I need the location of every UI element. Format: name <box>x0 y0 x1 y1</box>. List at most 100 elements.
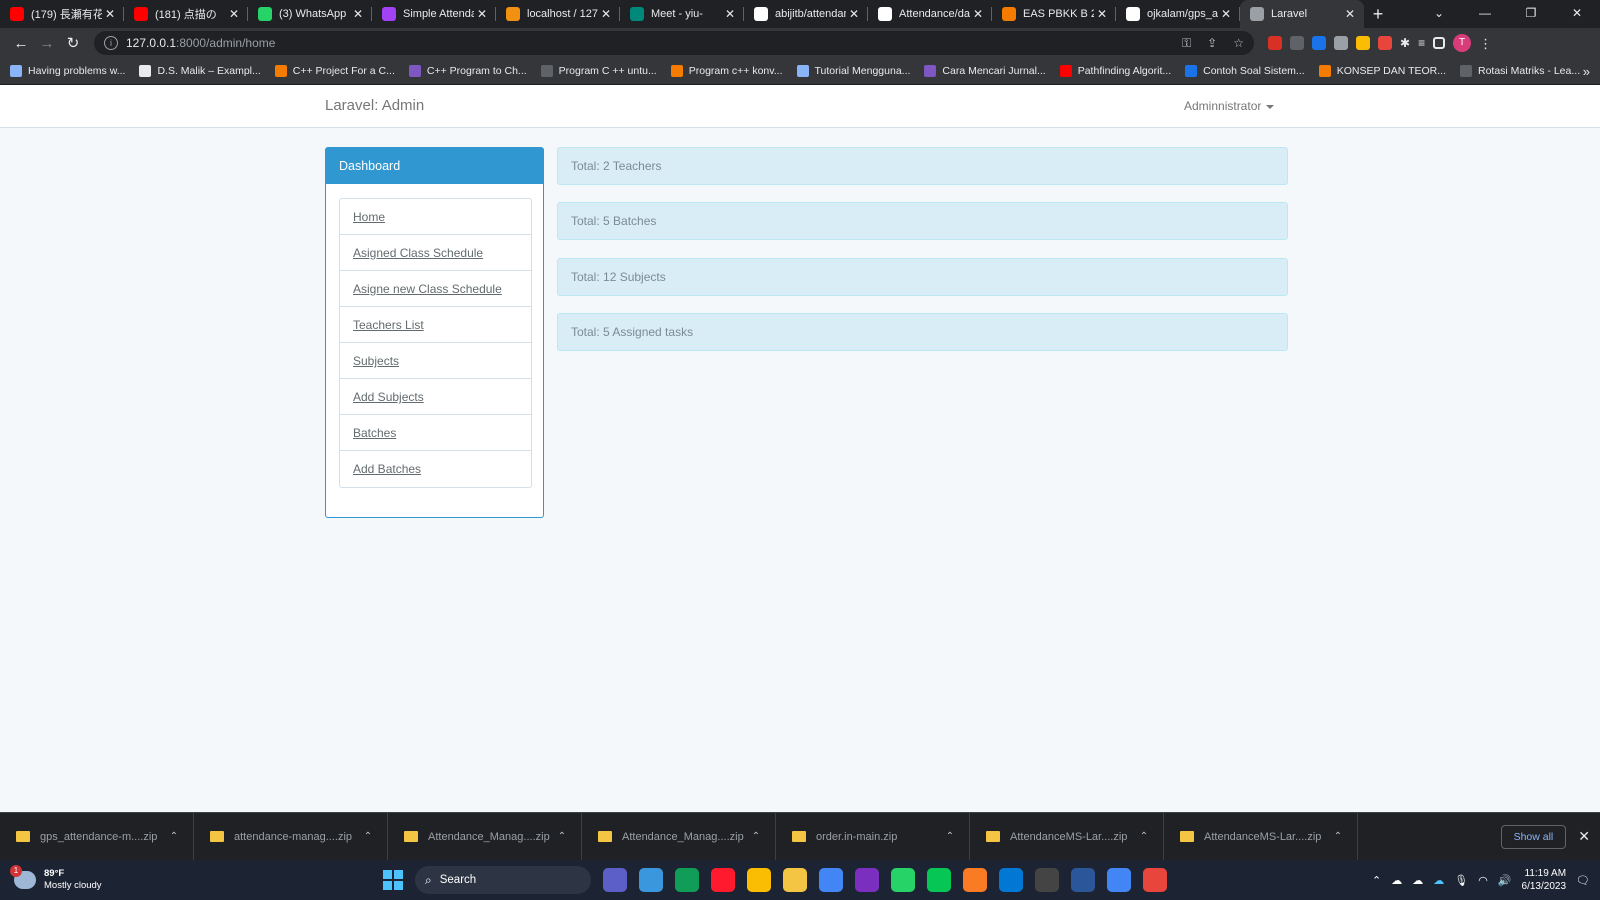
chevron-up-icon[interactable]: ⌃ <box>943 831 957 842</box>
volume-icon[interactable]: 🔊 <box>1498 874 1512 887</box>
browser-tab[interactable]: Simple Attenda ✕ <box>372 0 496 28</box>
sidebar-menu-link[interactable]: Teachers List <box>353 318 424 332</box>
notes-extension-icon[interactable] <box>1356 36 1370 50</box>
download-item[interactable]: AttendanceMS-Lar....zip ⌃ <box>1164 812 1358 861</box>
reload-icon[interactable]: ↻ <box>60 34 86 52</box>
opera-browser-icon[interactable] <box>711 868 735 892</box>
browser-tab[interactable]: ojkalam/gps_att ✕ <box>1116 0 1240 28</box>
user-menu-dropdown[interactable]: Adminnistrator <box>1184 99 1275 113</box>
chevron-up-icon[interactable]: ⌃ <box>1331 831 1345 842</box>
download-item[interactable]: AttendanceMS-Lar....zip ⌃ <box>970 812 1164 861</box>
browser-tab[interactable]: (181) 点描の ✕ <box>124 0 248 28</box>
download-item[interactable]: gps_attendance-m....zip ⌃ <box>0 812 194 861</box>
address-bar[interactable]: i 127.0.0.1:8000/admin/home ⚿ ⇪ ☆ <box>94 31 1254 55</box>
bookmark-item[interactable]: Program c++ konv... <box>670 65 783 77</box>
app-brand[interactable]: Laravel: Admin <box>325 97 424 114</box>
browser-tab[interactable]: Laravel ✕ <box>1240 0 1364 28</box>
reading-list-icon[interactable]: ≡ <box>1418 36 1425 50</box>
sidebar-menu-link[interactable]: Batches <box>353 426 396 440</box>
bookmark-star-icon[interactable]: ☆ <box>1233 36 1244 51</box>
taskbar-search[interactable]: ⌕ Search <box>415 866 591 894</box>
puzzle-icon[interactable]: ✱ <box>1400 36 1410 50</box>
bookmark-item[interactable]: KONSEP DAN TEOR... <box>1318 65 1446 77</box>
notepad-icon[interactable] <box>1107 868 1131 892</box>
onedrive-blue-icon[interactable]: ☁ <box>1433 874 1444 887</box>
tray-chevron-up-icon[interactable]: ⌃ <box>1372 874 1381 887</box>
show-all-downloads-button[interactable]: Show all <box>1500 824 1567 849</box>
sidebar-menu-link[interactable]: Home <box>353 210 385 224</box>
vscode-icon[interactable] <box>999 868 1023 892</box>
browser-tab[interactable]: EAS PBKK B 202✕ <box>992 0 1116 28</box>
edge-browser-icon[interactable] <box>675 868 699 892</box>
sidebar-menu-link[interactable]: Asigned Class Schedule <box>353 246 483 260</box>
bookmark-item[interactable]: Having problems w... <box>10 65 125 77</box>
system-clock[interactable]: 11:19 AM 6/13/2023 <box>1522 867 1567 893</box>
browser-tab[interactable]: Attendance/dat ✕ <box>868 0 992 28</box>
video-extension-icon[interactable] <box>1378 36 1392 50</box>
chevron-up-icon[interactable]: ⌃ <box>1137 831 1151 842</box>
chevron-up-icon[interactable]: ⌃ <box>749 831 763 842</box>
browser-tab[interactable]: abijitb/attendan ✕ <box>744 0 868 28</box>
bookmark-item[interactable]: Contoh Soal Sistem... <box>1185 65 1305 77</box>
tab-search-icon[interactable]: ⌄ <box>1416 0 1462 28</box>
xampp-icon[interactable] <box>963 868 987 892</box>
download-item[interactable]: attendance-manag....zip ⌃ <box>194 812 388 861</box>
chevron-up-icon[interactable]: ⌃ <box>167 831 181 842</box>
bookmark-item[interactable]: Program C ++ untu... <box>540 65 657 77</box>
key-icon[interactable]: ⚿ <box>1182 36 1191 51</box>
git-icon[interactable] <box>1143 868 1167 892</box>
file-explorer-icon[interactable] <box>783 868 807 892</box>
microphone-icon[interactable]: 🎙 <box>1454 874 1468 887</box>
extension-icon[interactable] <box>1290 36 1304 50</box>
screenshot-extension-icon[interactable] <box>1334 36 1348 50</box>
chrome-browser-icon[interactable] <box>747 868 771 892</box>
bookmark-item[interactable]: Pathfinding Algorit... <box>1059 65 1171 77</box>
share-icon[interactable]: ⇪ <box>1207 36 1217 51</box>
bookmarks-overflow-icon[interactable]: » <box>1583 64 1590 79</box>
tab-close-icon[interactable]: ✕ <box>1218 7 1234 21</box>
profile-avatar[interactable]: T <box>1453 34 1472 52</box>
app-icon[interactable] <box>1035 868 1059 892</box>
start-windows-icon[interactable] <box>383 870 403 890</box>
sidebar-menu-link[interactable]: Asigne new Class Schedule <box>353 282 502 296</box>
bookmark-item[interactable]: Tutorial Mengguna... <box>796 65 910 77</box>
site-info-icon[interactable]: i <box>104 36 118 50</box>
bookmark-item[interactable]: Rotasi Matriks - Lea... <box>1460 65 1580 77</box>
tab-close-icon[interactable]: ✕ <box>350 7 366 21</box>
forward-icon[interactable]: → <box>34 35 60 52</box>
chevron-up-icon[interactable]: ⌃ <box>555 831 569 842</box>
cloud-sync-icon[interactable]: ☁ <box>1412 874 1423 887</box>
photos-app-icon[interactable] <box>639 868 663 892</box>
translate-extension-icon[interactable] <box>1312 36 1326 50</box>
browser-tab[interactable]: Meet - yiu- ✕ <box>620 0 744 28</box>
notifications-icon[interactable]: 🗨 <box>1576 874 1590 887</box>
sidebar-menu-link[interactable]: Add Batches <box>353 462 421 476</box>
tab-close-icon[interactable]: ✕ <box>226 7 242 21</box>
tab-close-icon[interactable]: ✕ <box>1342 7 1358 21</box>
download-item[interactable]: Attendance_Manag....zip ⌃ <box>388 812 582 861</box>
tab-close-icon[interactable]: ✕ <box>598 7 614 21</box>
tab-close-icon[interactable]: ✕ <box>1094 7 1110 21</box>
close-downloads-icon[interactable]: ✕ <box>1578 828 1590 845</box>
weather-widget[interactable]: 1 89°F Mostly cloudy <box>10 865 102 892</box>
browser-tab[interactable]: localhost / 127.0✕ <box>496 0 620 28</box>
bookmark-item[interactable]: C++ Project For a C... <box>274 65 395 77</box>
browser-tab[interactable]: (179) 長瀬有花 -✕ <box>0 0 124 28</box>
bookmark-item[interactable]: C++ Program to Ch... <box>408 65 527 77</box>
chevron-up-icon[interactable]: ⌃ <box>361 831 375 842</box>
onedrive-cloud-icon[interactable]: ☁ <box>1391 874 1402 887</box>
sidebar-menu-link[interactable]: Subjects <box>353 354 399 368</box>
wifi-icon[interactable]: ◠ <box>1478 874 1488 887</box>
tab-close-icon[interactable]: ✕ <box>102 7 118 21</box>
close-window-icon[interactable]: ✕ <box>1554 0 1600 28</box>
side-panel-icon[interactable] <box>1433 37 1446 49</box>
minimize-icon[interactable]: — <box>1462 0 1508 28</box>
tor-browser-icon[interactable] <box>855 868 879 892</box>
restore-icon[interactable]: ❐ <box>1508 0 1554 28</box>
meet-app-icon[interactable] <box>603 868 627 892</box>
sidebar-menu-link[interactable]: Add Subjects <box>353 390 424 404</box>
browser-tab[interactable]: (3) WhatsApp ✕ <box>248 0 372 28</box>
line-app-icon[interactable] <box>927 868 951 892</box>
bookmark-item[interactable]: Cara Mencari Jurnal... <box>924 65 1046 77</box>
whatsapp-icon[interactable] <box>891 868 915 892</box>
